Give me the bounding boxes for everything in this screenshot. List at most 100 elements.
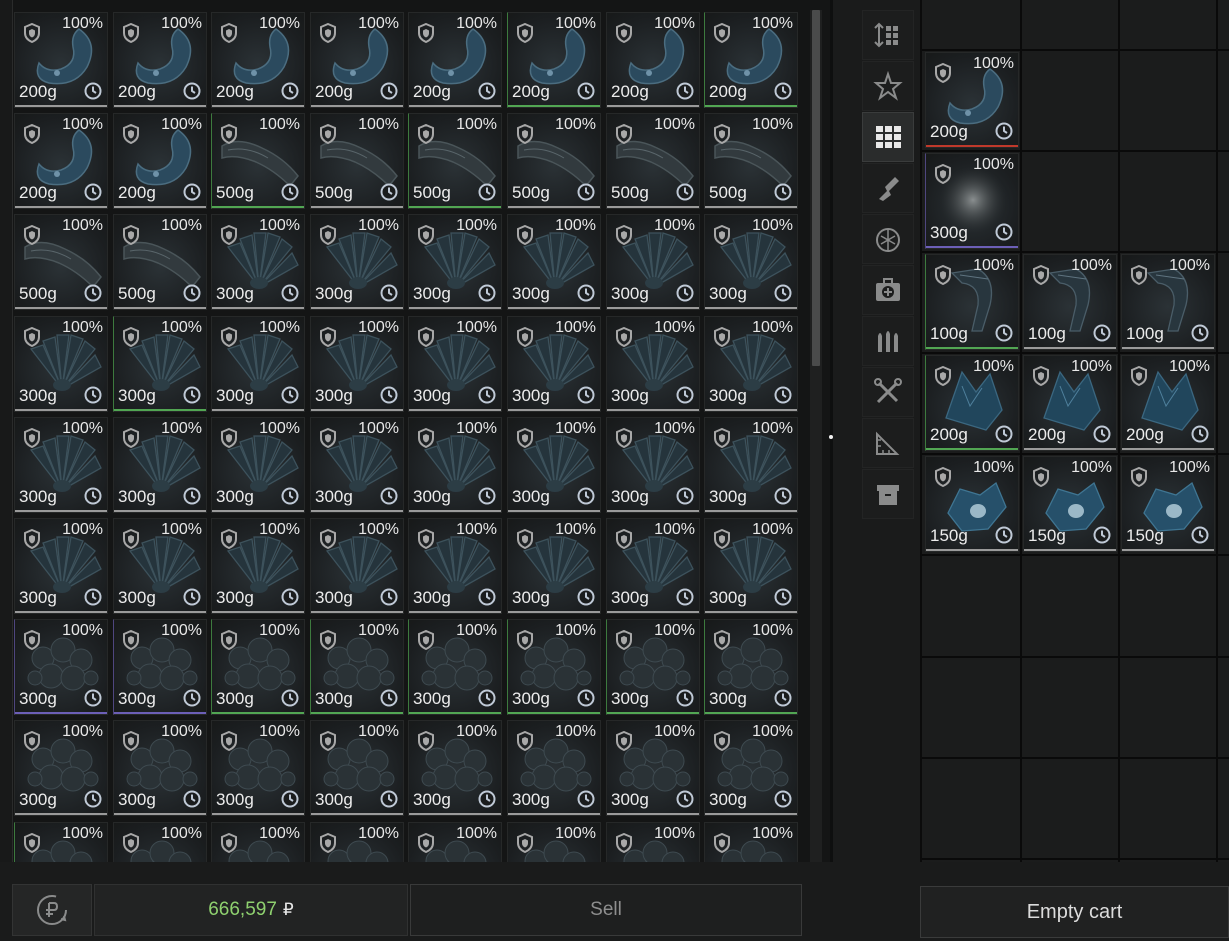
clock-icon bbox=[577, 82, 595, 100]
inventory-scrollbar[interactable] bbox=[810, 10, 822, 862]
inventory-item[interactable]: 100% 200g bbox=[704, 12, 798, 108]
inventory-item[interactable]: 100% 500g bbox=[507, 113, 601, 209]
inventory-item[interactable]: 100% 300g bbox=[211, 619, 305, 715]
inventory-item[interactable]: 100% 300g bbox=[704, 316, 798, 412]
inventory-item[interactable]: 100% 300g bbox=[310, 518, 404, 614]
inventory-item[interactable]: 100% 300g bbox=[310, 214, 404, 310]
cart-item[interactable]: 100% 200g bbox=[925, 355, 1019, 451]
inventory-item[interactable]: 100% 500g bbox=[310, 113, 404, 209]
cart-item[interactable]: 100% 100g bbox=[1121, 254, 1215, 350]
inventory-item[interactable]: 100% 300g bbox=[606, 720, 700, 816]
sidebar-button-grid-view[interactable] bbox=[862, 112, 914, 162]
inventory-item[interactable]: 100% 300g bbox=[408, 720, 502, 816]
inventory-item[interactable]: 100% 300g bbox=[408, 214, 502, 310]
inventory-item[interactable]: 100% 300g bbox=[408, 417, 502, 513]
scrollbar-thumb[interactable] bbox=[812, 10, 820, 366]
inventory-item[interactable]: 100% 300g bbox=[14, 417, 108, 513]
inventory-item[interactable]: 100% bbox=[211, 822, 305, 862]
sidebar-button-ammo[interactable] bbox=[862, 316, 914, 366]
inventory-item[interactable]: 100% 300g bbox=[606, 214, 700, 310]
inventory-item[interactable]: 100% 300g bbox=[507, 417, 601, 513]
inventory-item[interactable]: 100% 200g bbox=[606, 12, 700, 108]
inventory-item[interactable]: 100% 300g bbox=[14, 518, 108, 614]
sidebar-button-medkit[interactable] bbox=[862, 265, 914, 315]
inventory-item[interactable]: 100% 200g bbox=[14, 12, 108, 108]
inventory-item[interactable]: 100% 300g bbox=[113, 518, 207, 614]
cart-item[interactable]: 100% 100g bbox=[1023, 254, 1117, 350]
inventory-item[interactable]: 100% 300g bbox=[507, 214, 601, 310]
inventory-item[interactable]: 100% 300g bbox=[211, 720, 305, 816]
inventory-item[interactable]: 100% 300g bbox=[507, 619, 601, 715]
inventory-item[interactable]: 100% 200g bbox=[408, 12, 502, 108]
inventory-item[interactable]: 100% 300g bbox=[408, 316, 502, 412]
inventory-item[interactable]: 100% 300g bbox=[408, 619, 502, 715]
inventory-item[interactable]: 100% 300g bbox=[704, 518, 798, 614]
sidebar-button-tools[interactable] bbox=[862, 367, 914, 417]
inventory-item[interactable]: 100% 300g bbox=[113, 316, 207, 412]
inventory-item[interactable]: 100% 500g bbox=[211, 113, 305, 209]
inventory-item[interactable]: 100% 500g bbox=[408, 113, 502, 209]
inventory-item[interactable]: 100% 300g bbox=[113, 417, 207, 513]
sidebar-button-grenade[interactable] bbox=[862, 214, 914, 264]
inventory-item[interactable]: 100% 500g bbox=[704, 113, 798, 209]
inventory-item[interactable]: 100% 300g bbox=[507, 518, 601, 614]
inventory-item[interactable]: 100% 200g bbox=[310, 12, 404, 108]
sidebar-button-ruler[interactable] bbox=[862, 418, 914, 468]
inventory-item[interactable]: 100% bbox=[408, 822, 502, 862]
cart-item[interactable]: 100% 200g bbox=[1023, 355, 1117, 451]
inventory-item[interactable]: 100% 500g bbox=[606, 113, 700, 209]
inventory-item[interactable]: 100% 300g bbox=[606, 417, 700, 513]
inventory-item[interactable]: 100% 300g bbox=[310, 720, 404, 816]
inventory-item[interactable]: 100% 300g bbox=[704, 214, 798, 310]
inventory-item[interactable]: 100% 300g bbox=[211, 214, 305, 310]
inventory-item[interactable]: 100% 300g bbox=[408, 518, 502, 614]
inventory-item[interactable]: 100% 300g bbox=[14, 720, 108, 816]
inventory-item[interactable]: 100% 500g bbox=[113, 214, 207, 310]
inventory-item[interactable]: 100% 300g bbox=[113, 619, 207, 715]
inventory-item[interactable]: 100% 300g bbox=[606, 316, 700, 412]
sidebar-button-sort[interactable] bbox=[862, 10, 914, 60]
cart-item[interactable]: 100% 200g bbox=[1121, 355, 1215, 451]
inventory-item[interactable]: 100% 300g bbox=[14, 316, 108, 412]
inventory-item[interactable]: 100% 300g bbox=[310, 619, 404, 715]
inventory-item[interactable]: 100% 200g bbox=[113, 113, 207, 209]
sidebar-button-favorite-star[interactable] bbox=[862, 61, 914, 111]
cart-item[interactable]: 100% 300g bbox=[925, 153, 1019, 249]
cart-item[interactable]: 100% 150g bbox=[1121, 456, 1215, 552]
inventory-item[interactable]: 100% bbox=[507, 822, 601, 862]
sell-button[interactable]: Sell bbox=[410, 884, 802, 936]
inventory-item[interactable]: 100% bbox=[310, 822, 404, 862]
inventory-item[interactable]: 100% 300g bbox=[211, 417, 305, 513]
inventory-item[interactable]: 100% 200g bbox=[211, 12, 305, 108]
inventory-item[interactable]: 100% 300g bbox=[14, 619, 108, 715]
cart-item[interactable]: 100% 150g bbox=[925, 456, 1019, 552]
inventory-item[interactable]: 100% 300g bbox=[310, 316, 404, 412]
cart-item[interactable]: 100% 100g bbox=[925, 254, 1019, 350]
inventory-item[interactable]: 100% 300g bbox=[507, 720, 601, 816]
inventory-item[interactable]: 100% 300g bbox=[704, 619, 798, 715]
inventory-item[interactable]: 100% 300g bbox=[211, 316, 305, 412]
inventory-item[interactable]: 100% 300g bbox=[310, 417, 404, 513]
inventory-item[interactable]: 100% bbox=[704, 822, 798, 862]
sidebar-button-storage-box[interactable] bbox=[862, 469, 914, 519]
rarity-bar bbox=[311, 307, 403, 309]
inventory-item[interactable]: 100% 300g bbox=[704, 720, 798, 816]
inventory-item[interactable]: 100% 300g bbox=[606, 619, 700, 715]
inventory-item[interactable]: 100% 200g bbox=[14, 113, 108, 209]
sidebar-button-weapon-mods[interactable] bbox=[862, 163, 914, 213]
inventory-item[interactable]: 100% 300g bbox=[507, 316, 601, 412]
inventory-item[interactable]: 100% 300g bbox=[113, 720, 207, 816]
inventory-item[interactable]: 100% bbox=[14, 822, 108, 862]
inventory-item[interactable]: 100% 300g bbox=[211, 518, 305, 614]
refresh-button[interactable] bbox=[12, 884, 92, 936]
cart-item[interactable]: 100% 200g bbox=[925, 52, 1019, 148]
inventory-item[interactable]: 100% 200g bbox=[113, 12, 207, 108]
inventory-item[interactable]: 100% 300g bbox=[606, 518, 700, 614]
inventory-item[interactable]: 100% bbox=[606, 822, 700, 862]
inventory-item[interactable]: 100% bbox=[113, 822, 207, 862]
inventory-item[interactable]: 100% 300g bbox=[704, 417, 798, 513]
empty-cart-button[interactable]: Empty cart bbox=[920, 886, 1229, 938]
inventory-item[interactable]: 100% 500g bbox=[14, 214, 108, 310]
inventory-item[interactable]: 100% 200g bbox=[507, 12, 601, 108]
cart-item[interactable]: 100% 150g bbox=[1023, 456, 1117, 552]
